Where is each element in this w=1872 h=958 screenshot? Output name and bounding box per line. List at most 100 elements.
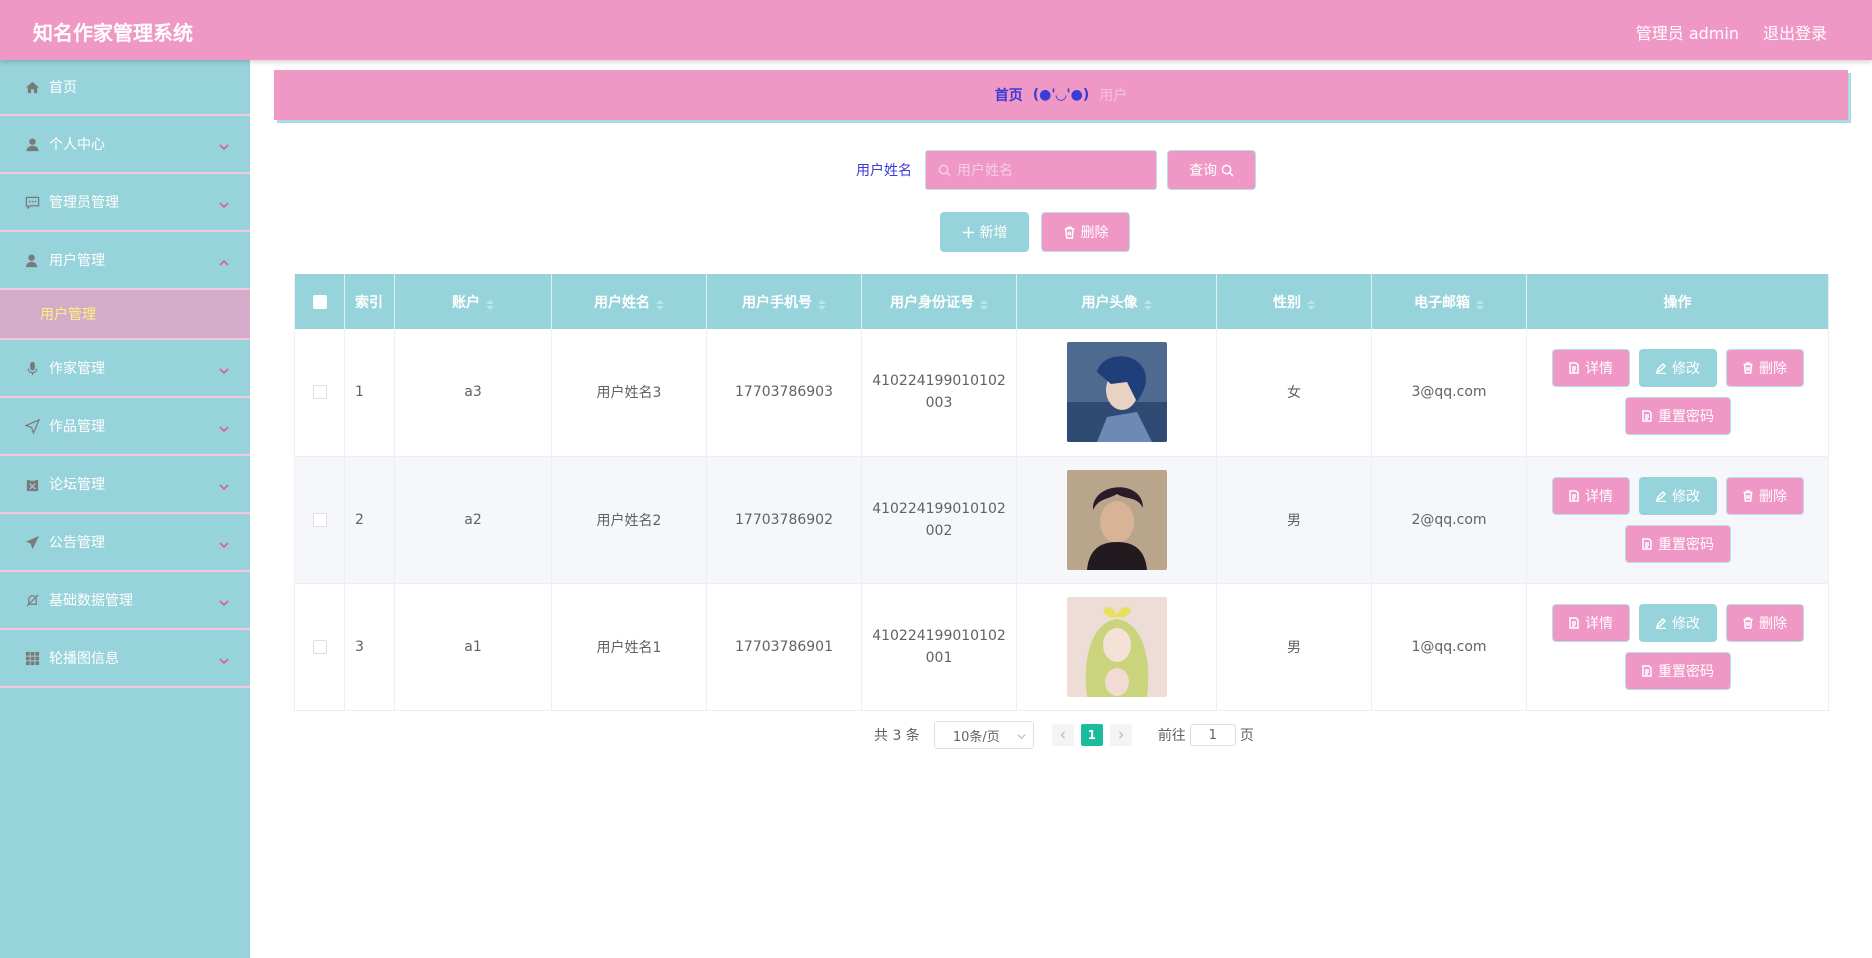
- avatar[interactable]: [1066, 469, 1167, 570]
- header-phone[interactable]: 用户手机号: [706, 274, 862, 329]
- row-select-cell[interactable]: [294, 456, 345, 584]
- table-row: 1 a3 用户姓名3 17703786903 41022419901010200…: [294, 329, 1829, 457]
- document-icon: [1642, 664, 1652, 677]
- header-avatar[interactable]: 用户头像: [1016, 274, 1217, 329]
- next-page-button[interactable]: [1109, 724, 1132, 746]
- sidebar-item-users[interactable]: 用户管理: [0, 232, 250, 290]
- row-checkbox[interactable]: [312, 385, 327, 400]
- header-account[interactable]: 账户: [394, 274, 552, 329]
- reset-password-button[interactable]: 重置密码: [1624, 524, 1731, 563]
- row-checkbox[interactable]: [312, 639, 327, 654]
- reset-password-label: 重置密码: [1658, 409, 1714, 426]
- detail-button-label: 详情: [1585, 488, 1613, 505]
- sort-icon[interactable]: [980, 298, 988, 310]
- goto-page-input[interactable]: 1: [1189, 724, 1236, 746]
- edit-button[interactable]: 修改: [1638, 476, 1717, 515]
- chevron-down-icon: [218, 420, 230, 433]
- sort-icon[interactable]: [818, 298, 826, 310]
- query-button[interactable]: 查询: [1167, 150, 1256, 190]
- page-number-current[interactable]: 1: [1080, 724, 1103, 746]
- cell-phone: 17703786903: [706, 329, 862, 457]
- breadcrumb-separator: (●'◡'●): [1032, 87, 1090, 103]
- chevron-down-icon: [218, 536, 230, 549]
- search-input-wrapper[interactable]: [925, 150, 1157, 190]
- edit-button[interactable]: 修改: [1638, 349, 1717, 388]
- detail-button[interactable]: 详情: [1551, 476, 1630, 515]
- document-icon: [1642, 410, 1652, 422]
- cell-index: 2: [344, 456, 395, 584]
- users-table: 索引 账户 用户姓名 用户手机号 用户身份证号 用户头像 性别 电子邮箱 操作 …: [294, 274, 1829, 711]
- sidebar-item-notice[interactable]: 公告管理: [0, 514, 250, 572]
- header-select-all[interactable]: [294, 274, 345, 329]
- cell-gender: 男: [1216, 456, 1372, 584]
- plus-icon: [962, 226, 974, 238]
- header-label: 性别: [1273, 294, 1301, 311]
- cell-name: 用户姓名1: [551, 583, 707, 711]
- row-delete-button-label: 删除: [1759, 615, 1787, 632]
- sort-icon[interactable]: [656, 298, 664, 310]
- header-name[interactable]: 用户姓名: [551, 274, 707, 329]
- sort-icon[interactable]: [1143, 298, 1152, 310]
- detail-button[interactable]: 详情: [1551, 349, 1630, 388]
- cell-gender: 女: [1216, 329, 1372, 457]
- user-manage-icon: [24, 252, 40, 268]
- page-size-select[interactable]: 10条/页: [933, 721, 1034, 749]
- delete-button[interactable]: 删除: [1041, 212, 1130, 252]
- logout-link[interactable]: 退出登录: [1763, 20, 1827, 44]
- reset-password-button[interactable]: 重置密码: [1624, 651, 1731, 690]
- breadcrumb-home[interactable]: 首页: [995, 85, 1023, 105]
- bell-off-icon: [24, 592, 40, 608]
- header-label: 用户头像: [1081, 294, 1138, 311]
- edit-button[interactable]: 修改: [1638, 603, 1717, 642]
- sort-icon[interactable]: [486, 298, 494, 310]
- avatar[interactable]: [1066, 342, 1167, 443]
- add-button[interactable]: 新增: [940, 212, 1029, 252]
- cell-index: 3: [344, 583, 395, 711]
- sidebar-item-writers[interactable]: 作家管理: [0, 340, 250, 398]
- detail-button[interactable]: 详情: [1551, 603, 1630, 642]
- reset-password-label: 重置密码: [1658, 536, 1714, 553]
- row-delete-button[interactable]: 删除: [1725, 603, 1804, 642]
- admin-user-label[interactable]: 管理员 admin: [1636, 20, 1739, 44]
- header-gender[interactable]: 性别: [1216, 274, 1372, 329]
- chevron-left-icon: [1060, 731, 1065, 739]
- sidebar: 首页 个人中心 管理员管理 用户管理 用户管理 作家管理 作品管理 论坛管理 公…: [0, 60, 250, 958]
- trash-icon: [1064, 226, 1074, 239]
- row-delete-button[interactable]: 删除: [1725, 476, 1804, 515]
- search-input[interactable]: [957, 162, 1147, 178]
- breadcrumb: 首页 (●'◡'●) 用户: [274, 70, 1848, 120]
- reset-password-label: 重置密码: [1658, 663, 1714, 680]
- cell-avatar: [1016, 456, 1217, 584]
- header-email[interactable]: 电子邮箱: [1371, 274, 1527, 329]
- chevron-down-icon: [218, 362, 230, 375]
- reset-password-button[interactable]: 重置密码: [1624, 397, 1731, 436]
- row-checkbox[interactable]: [312, 512, 327, 527]
- sidebar-item-admin[interactable]: 管理员管理: [0, 174, 250, 232]
- chevron-down-icon: [218, 652, 230, 665]
- sidebar-item-label: 首页: [49, 80, 77, 96]
- select-all-checkbox[interactable]: [312, 294, 327, 309]
- cell-id-card: 410224199010102003: [861, 329, 1017, 457]
- sidebar-item-personal[interactable]: 个人中心: [0, 116, 250, 174]
- sort-icon[interactable]: [1307, 298, 1315, 310]
- sidebar-item-carousel[interactable]: 轮播图信息: [0, 630, 250, 688]
- avatar[interactable]: [1066, 596, 1167, 697]
- sidebar-subitem-label: 用户管理: [40, 307, 96, 323]
- cell-actions: 详情 修改 删除 重置密码: [1526, 583, 1829, 711]
- header-id-card[interactable]: 用户身份证号: [861, 274, 1017, 329]
- cell-id-card: 410224199010102001: [861, 583, 1017, 711]
- sidebar-item-home[interactable]: 首页: [0, 60, 250, 116]
- sidebar-item-works[interactable]: 作品管理: [0, 398, 250, 456]
- document-icon: [1642, 537, 1652, 550]
- sidebar-item-basic-data[interactable]: 基础数据管理: [0, 572, 250, 630]
- prev-page-button[interactable]: [1051, 724, 1074, 746]
- row-select-cell[interactable]: [294, 583, 345, 711]
- row-select-cell[interactable]: [294, 329, 345, 457]
- sidebar-subitem-user-manage[interactable]: 用户管理: [0, 290, 250, 340]
- chevron-down-icon: [218, 196, 230, 209]
- chevron-right-icon: [1118, 731, 1124, 739]
- sort-icon[interactable]: [1476, 298, 1484, 310]
- sidebar-item-forum[interactable]: 论坛管理: [0, 456, 250, 514]
- row-delete-button[interactable]: 删除: [1725, 349, 1804, 388]
- cell-account: a2: [394, 456, 552, 584]
